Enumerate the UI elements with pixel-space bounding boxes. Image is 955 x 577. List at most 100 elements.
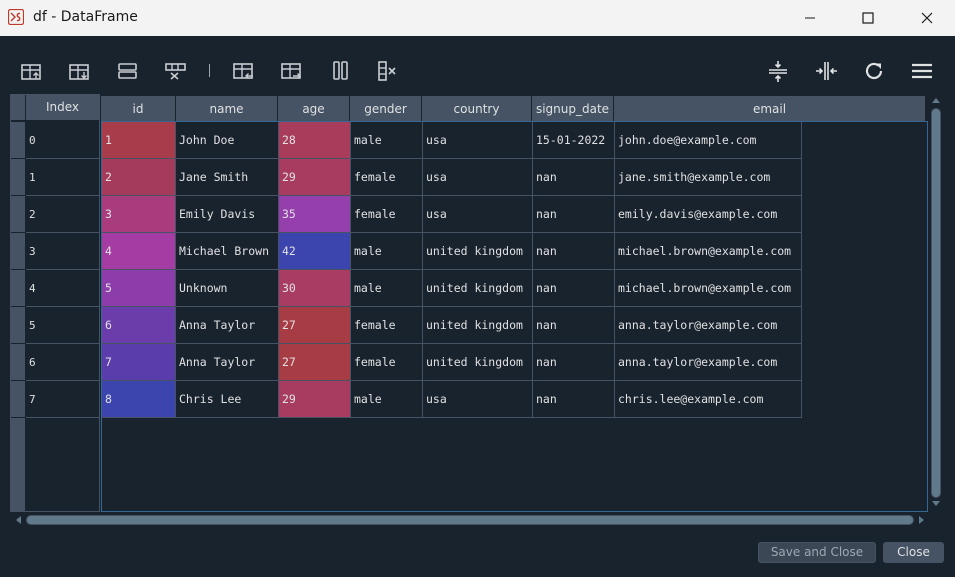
row-header-section[interactable]	[11, 122, 25, 159]
cell-name[interactable]: Chris Lee	[176, 381, 279, 418]
cell-name[interactable]: Anna Taylor	[176, 344, 279, 381]
cell-country[interactable]: united kingdom	[423, 344, 533, 381]
index-cell[interactable]: 7	[26, 381, 99, 418]
cell-id[interactable]: 1	[102, 122, 176, 159]
horizontal-scroll-thumb[interactable]	[27, 516, 913, 524]
rows-button[interactable]	[113, 57, 141, 85]
scroll-down-arrow-icon[interactable]	[932, 501, 940, 506]
cell-country[interactable]: usa	[423, 122, 533, 159]
cell-signup-date[interactable]: nan	[533, 159, 615, 196]
index-cell[interactable]: 6	[26, 344, 99, 381]
cell-id[interactable]: 2	[102, 159, 176, 196]
cell-email[interactable]: anna.taylor@example.com	[615, 344, 802, 381]
row-header-section[interactable]	[11, 307, 25, 344]
cell-country[interactable]: united kingdom	[423, 270, 533, 307]
cell-gender[interactable]: female	[351, 307, 423, 344]
cell-country[interactable]: united kingdom	[423, 233, 533, 270]
close-window-button[interactable]	[904, 0, 950, 36]
index-header-label[interactable]: Index	[26, 95, 99, 120]
cell-gender[interactable]: male	[351, 381, 423, 418]
insert-row-below-button[interactable]	[65, 57, 93, 85]
cell-name[interactable]: Unknown	[176, 270, 279, 307]
scroll-up-arrow-icon[interactable]	[932, 98, 940, 103]
cell-country[interactable]: usa	[423, 159, 533, 196]
column-header-email[interactable]: email	[614, 96, 926, 122]
cell-email[interactable]: anna.taylor@example.com	[615, 307, 802, 344]
cell-name[interactable]: Anna Taylor	[176, 307, 279, 344]
resize-rows-button[interactable]	[764, 57, 792, 85]
cell-age[interactable]: 27	[279, 307, 351, 344]
index-cell[interactable]: 0	[26, 122, 99, 159]
cell-signup-date[interactable]: nan	[533, 381, 615, 418]
cell-signup-date[interactable]: nan	[533, 344, 615, 381]
cell-signup-date[interactable]: nan	[533, 270, 615, 307]
row-header-section[interactable]	[11, 344, 25, 381]
vertical-scroll-thumb[interactable]	[932, 109, 940, 497]
cell-name[interactable]: Emily Davis	[176, 196, 279, 233]
cell-country[interactable]: united kingdom	[423, 307, 533, 344]
cell-gender[interactable]: female	[351, 159, 423, 196]
column-header-name[interactable]: name	[176, 96, 278, 122]
cell-id[interactable]: 3	[102, 196, 176, 233]
cell-gender[interactable]: male	[351, 233, 423, 270]
maximize-button[interactable]	[845, 0, 891, 36]
column-header-country[interactable]: country	[422, 96, 532, 122]
cell-signup-date[interactable]: nan	[533, 196, 615, 233]
cell-signup-date[interactable]: nan	[533, 233, 615, 270]
cell-id[interactable]: 6	[102, 307, 176, 344]
cell-signup-date[interactable]: 15-01-2022	[533, 122, 615, 159]
index-cell[interactable]: 2	[26, 196, 99, 233]
delete-row-button[interactable]	[161, 57, 189, 85]
cell-signup-date[interactable]: nan	[533, 307, 615, 344]
cell-gender[interactable]: female	[351, 196, 423, 233]
cell-country[interactable]: usa	[423, 381, 533, 418]
row-header-section[interactable]	[11, 196, 25, 233]
scroll-left-arrow-icon[interactable]	[16, 516, 21, 524]
save-and-close-button[interactable]: Save and Close	[758, 542, 876, 563]
minimize-button[interactable]	[787, 0, 833, 36]
column-header-id[interactable]: id	[101, 96, 176, 122]
cell-age[interactable]: 29	[279, 381, 351, 418]
cell-age[interactable]: 30	[279, 270, 351, 307]
index-cell[interactable]: 1	[26, 159, 99, 196]
cell-id[interactable]: 5	[102, 270, 176, 307]
table-corner[interactable]	[11, 95, 26, 120]
cell-name[interactable]: Jane Smith	[176, 159, 279, 196]
row-header-section[interactable]	[11, 270, 25, 307]
scroll-right-arrow-icon[interactable]	[919, 516, 924, 524]
cell-email[interactable]: emily.davis@example.com	[615, 196, 802, 233]
cell-id[interactable]: 8	[102, 381, 176, 418]
cell-age[interactable]: 28	[279, 122, 351, 159]
cell-gender[interactable]: male	[351, 122, 423, 159]
cell-gender[interactable]: male	[351, 270, 423, 307]
row-header-section[interactable]	[11, 159, 25, 196]
row-header-section[interactable]	[11, 381, 25, 418]
columns-button[interactable]	[326, 57, 354, 85]
index-cell[interactable]: 4	[26, 270, 99, 307]
cell-email[interactable]: john.doe@example.com	[615, 122, 802, 159]
delete-column-button[interactable]	[373, 57, 401, 85]
index-cell[interactable]: 3	[26, 233, 99, 270]
insert-column-right-button[interactable]	[277, 57, 305, 85]
row-header-section[interactable]	[11, 233, 25, 270]
close-button[interactable]: Close	[883, 542, 944, 563]
cell-email[interactable]: chris.lee@example.com	[615, 381, 802, 418]
column-header-gender[interactable]: gender	[350, 96, 422, 122]
cell-name[interactable]: Michael Brown	[176, 233, 279, 270]
cell-email[interactable]: michael.brown@example.com	[615, 233, 802, 270]
insert-column-left-button[interactable]	[229, 57, 257, 85]
resize-columns-button[interactable]	[812, 57, 840, 85]
cell-age[interactable]: 35	[279, 196, 351, 233]
cell-gender[interactable]: female	[351, 344, 423, 381]
horizontal-scrollbar[interactable]	[14, 513, 928, 527]
vertical-scrollbar[interactable]	[929, 96, 943, 512]
cell-email[interactable]: michael.brown@example.com	[615, 270, 802, 307]
cell-age[interactable]: 27	[279, 344, 351, 381]
cell-id[interactable]: 4	[102, 233, 176, 270]
insert-row-above-button[interactable]	[17, 57, 45, 85]
cell-age[interactable]: 42	[279, 233, 351, 270]
refresh-button[interactable]	[860, 57, 888, 85]
cell-age[interactable]: 29	[279, 159, 351, 196]
cell-country[interactable]: usa	[423, 196, 533, 233]
column-header-signup-date[interactable]: signup_date	[532, 96, 614, 122]
